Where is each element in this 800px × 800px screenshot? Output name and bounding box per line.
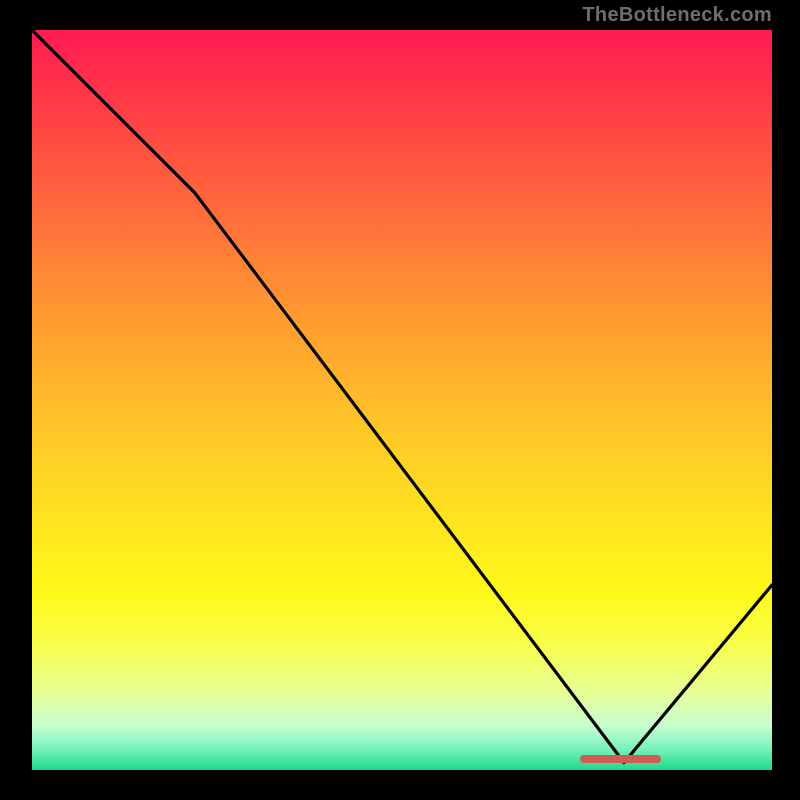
plot-area (32, 30, 772, 770)
curve-svg (32, 30, 772, 770)
bottleneck-curve (32, 30, 772, 763)
optimal-range-marker (580, 755, 661, 763)
attribution-label: TheBottleneck.com (582, 4, 772, 27)
chart-frame: TheBottleneck.com (0, 0, 800, 800)
